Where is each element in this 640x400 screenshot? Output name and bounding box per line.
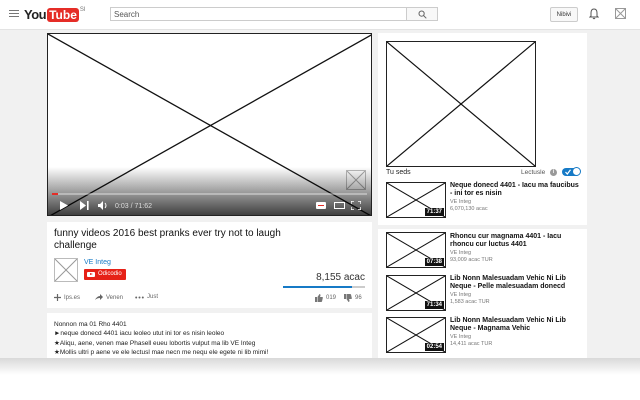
related-video-thumbnail[interactable]: 71:37: [386, 182, 446, 218]
play-icon[interactable]: [59, 201, 68, 210]
related-video-item[interactable]: 07:38 Rhoncu cur magnama 4401 - Iacu rho…: [378, 229, 587, 271]
add-to-label: Ips.es: [64, 294, 81, 301]
share-button[interactable]: Venen: [95, 294, 123, 301]
bell-icon[interactable]: [589, 8, 599, 20]
video-description: Nonnon ma 01 Rho 4401 ►neque donecd 4401…: [47, 313, 372, 358]
related-video-title[interactable]: Neque donecd 4401 - Iacu ma faucibus - i…: [450, 182, 580, 198]
time-display: 0:03 / 71:62: [115, 203, 152, 210]
video-duration: 71:37: [424, 208, 444, 216]
ad-placeholder[interactable]: [386, 41, 536, 167]
related-video-title[interactable]: Lib Nonn Malesuadam Vehic Ni Lib Neque -…: [450, 317, 580, 333]
subtitles-icon[interactable]: [316, 201, 326, 210]
related-video-title[interactable]: Lib Nonn Malesuadam Vehic Ni Lib Neque -…: [450, 275, 580, 291]
related-video-thumbnail[interactable]: 07:38: [386, 232, 446, 268]
description-line: ►neque donecd 4401 iacu leoleo utut ini …: [54, 330, 225, 337]
logo-region: SI: [79, 7, 86, 13]
youtube-logo[interactable]: You Tube SI: [24, 7, 86, 22]
logo-tube-text: Tube: [47, 7, 79, 22]
up-next-label: Tu seds: [386, 169, 411, 176]
search-icon: [418, 10, 427, 19]
channel-name-link[interactable]: VE Integ: [84, 259, 111, 266]
related-video-item[interactable]: 71:37 Neque donecd 4401 - Iacu ma faucib…: [378, 178, 587, 225]
search-input[interactable]: Search: [110, 7, 406, 21]
video-info-panel: funny videos 2016 best pranks ever try n…: [47, 222, 372, 308]
theater-mode-icon[interactable]: [334, 201, 345, 210]
view-count: 8,155 acac: [316, 272, 365, 283]
related-video-item[interactable]: 02:54 Lib Nonn Malesuadam Vehic Ni Lib N…: [378, 313, 587, 358]
related-video-channel: VE Integ: [450, 250, 472, 256]
description-line: Nonnon ma 01 Rho 4401: [54, 321, 127, 328]
masthead: You Tube SI Search Nibivi: [0, 0, 640, 30]
related-video-thumbnail[interactable]: 02:54: [386, 317, 446, 353]
page: You Tube SI Search Nibivi 0:03 / 71:62 f…: [0, 0, 640, 358]
related-video-views: 14,411 acac TUR: [450, 341, 493, 347]
add-icon: [54, 294, 61, 301]
dislike-count: 96: [355, 295, 362, 301]
account-avatar-icon[interactable]: [615, 8, 626, 19]
like-count: 019: [326, 295, 337, 301]
video-title: funny videos 2016 best pranks ever try n…: [54, 228, 281, 251]
sign-in-button[interactable]: Nibivi: [550, 7, 578, 22]
channel-avatar[interactable]: [54, 258, 78, 282]
related-video-views: 6,070,130 acac: [450, 206, 488, 212]
fullscreen-icon[interactable]: [351, 201, 361, 210]
subscribe-button[interactable]: Odicodio: [84, 269, 126, 280]
youtube-play-icon: [87, 272, 95, 277]
video-duration: 71:34: [424, 301, 444, 309]
action-bar: Ips.es Venen Just 019 96: [54, 294, 365, 304]
more-button[interactable]: Just: [135, 294, 158, 300]
video-duration: 02:54: [424, 343, 444, 351]
related-video-channel: VE Integ: [450, 334, 472, 340]
thumbs-up-icon: [315, 294, 323, 302]
check-icon: [565, 169, 571, 175]
search-button[interactable]: [406, 7, 438, 21]
info-icon[interactable]: i: [550, 169, 557, 176]
subscribe-label: Odicodio: [98, 271, 122, 277]
next-icon[interactable]: [80, 201, 89, 210]
toggle-knob: [572, 167, 581, 176]
share-icon: [95, 294, 103, 300]
thumbs-down-icon: [344, 294, 352, 302]
dislike-button[interactable]: 96: [344, 294, 362, 302]
video-player[interactable]: 0:03 / 71:62: [47, 33, 372, 216]
hamburger-menu-icon[interactable]: [9, 10, 19, 18]
related-video-title[interactable]: Rhoncu cur magnama 4401 - Iacu rhoncu cu…: [450, 233, 580, 249]
related-video-views: 1,583 acac TUR: [450, 299, 490, 305]
more-dots-icon: [135, 296, 144, 298]
related-video-channel: VE Integ: [450, 292, 472, 298]
description-line: ★Mollis ultri p aene ve ele lectusl mae …: [54, 349, 269, 356]
description-line: ★Aliqu, aene, venen mae Phasell eueu lob…: [54, 340, 256, 347]
autoplay-label: Lectusle: [521, 169, 546, 176]
share-label: Venen: [106, 294, 124, 301]
like-dislike-bar: [283, 286, 365, 288]
related-video-thumbnail[interactable]: 71:34: [386, 275, 446, 311]
logo-you-text: You: [24, 7, 47, 22]
related-video-views: 93,009 acac TUR: [450, 257, 493, 263]
related-video-channel: VE Integ: [450, 199, 472, 205]
progress-bar[interactable]: [52, 193, 367, 195]
progress-bar-fill: [52, 193, 59, 195]
window-shadow: [0, 358, 640, 400]
volume-icon[interactable]: [98, 201, 109, 210]
autoplay-toggle[interactable]: [562, 167, 581, 176]
add-to-button[interactable]: Ips.es: [54, 294, 80, 301]
like-button[interactable]: 019: [315, 294, 336, 302]
channel-avatar-placeholder-image: [54, 258, 78, 282]
related-video-item[interactable]: 71:34 Lib Nonn Malesuadam Vehic Ni Lib N…: [378, 271, 587, 313]
ad-placeholder-image: [386, 41, 536, 167]
video-duration: 07:38: [424, 258, 444, 266]
more-label: Just: [147, 294, 159, 300]
like-bar-fill: [283, 286, 352, 288]
